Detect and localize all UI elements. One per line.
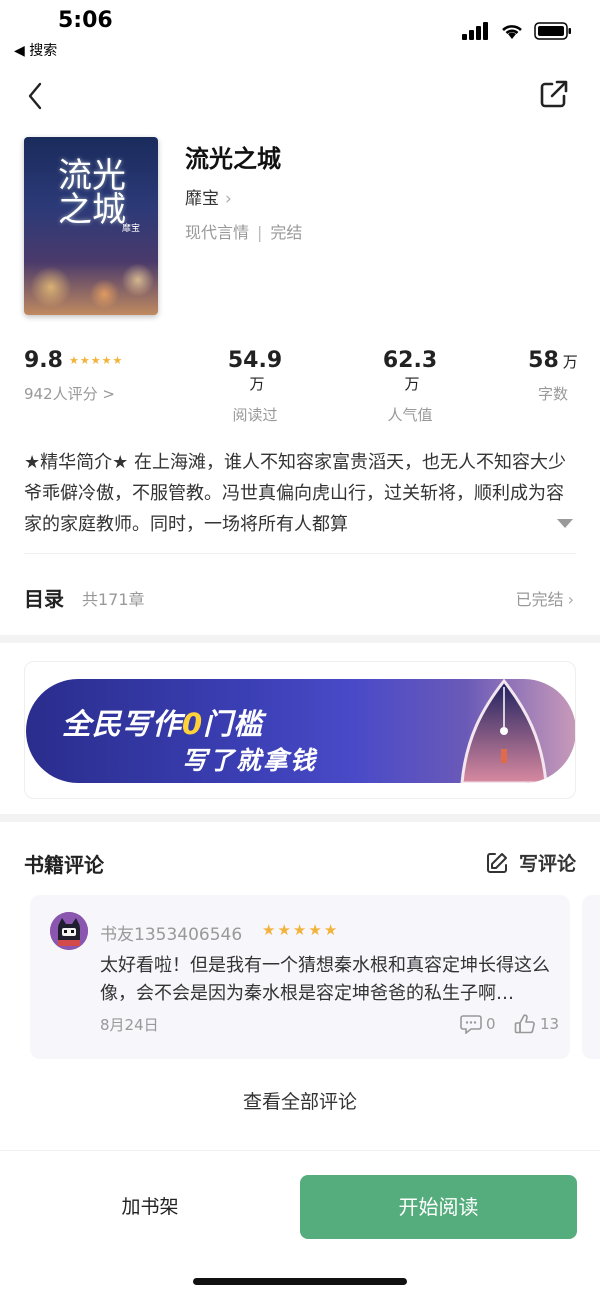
view-all-reviews-link[interactable]: 查看全部评论 [0,1087,600,1114]
book-title: 流光之城 [185,145,281,173]
book-genre: 现代言情 [185,223,250,242]
banner-headline-zero: 0 [182,707,204,741]
reads-unit: 万 [249,375,265,393]
star-icon: ★ [112,354,123,367]
rating-stars: ★ ★ ★ ★ ★ [69,354,122,367]
star-icon: ★ [292,921,307,939]
avatar-image [50,912,88,950]
reply-button[interactable]: 0 [460,1014,496,1034]
status-icons [462,22,572,40]
meta-separator: | [257,223,263,242]
avatar[interactable] [50,912,88,950]
rating-count-label: 942人评分 > [24,385,115,403]
pen-nib-icon [460,679,548,783]
reply-count: 0 [486,1015,496,1033]
popularity-unit: 万 [404,375,420,393]
start-reading-button[interactable]: 开始阅读 [300,1175,577,1239]
toc-status-link[interactable]: 已完结 › [516,586,574,610]
stat-reads: 54.9 万 阅读过 [220,348,290,425]
reviews-title: 书籍评论 [24,853,104,877]
home-indicator [193,1278,407,1285]
promo-banner[interactable]: 全民写作0门槛 写了就拿钱 [26,679,575,783]
next-review-card-peek[interactable] [582,895,600,1059]
popularity-label: 人气值 [387,406,433,424]
promo-banner-card[interactable]: 全民写作0门槛 写了就拿钱 [24,661,576,799]
book-status: 完结 [270,223,303,242]
toc-status-label: 已完结 [515,590,564,609]
star-icon: ★ [262,921,276,939]
star-icon: ★ [90,354,101,367]
edit-icon [486,852,507,873]
author-name: 靡宝 [185,189,219,209]
review-card[interactable]: 书友1353406546 ★ ★ ★ ★ ★ 太好看啦！但是我有一个猜想秦水根和真容定坤… [30,895,570,1059]
star-icon: ★ [277,921,291,939]
reads-label: 阅读过 [232,406,278,424]
status-time: 5:06 [58,8,113,33]
write-review-label: 写评论 [518,853,576,875]
write-review-button[interactable]: 写评论 [485,849,576,876]
words-value: 58 [528,348,559,373]
star-icon: ★ [79,354,90,367]
stat-rating[interactable]: 9.8 ★ ★ ★ ★ ★ 942人评分 > [24,348,122,404]
like-count: 13 [540,1015,560,1033]
words-unit: 万 [562,353,578,371]
book-meta: 现代言情 | 完结 [185,219,302,243]
star-icon: ★ [101,354,112,367]
popularity-value: 62.3 [382,348,438,373]
rating-value: 9.8 [24,348,63,373]
star-icon: ★ [68,354,79,367]
cover-title-art: 流光之城 [58,156,126,230]
star-icon: ★ [323,921,338,939]
expand-arrow-icon[interactable] [556,517,574,529]
like-button[interactable]: 13 [514,1014,559,1034]
banner-headline: 全民写作0门槛 [62,701,263,743]
back-arrow-icon[interactable] [22,80,50,112]
review-text: 太好看啦！但是我有一个猜想秦水根和真容定坤长得这么像，会不会是因为秦水根是容定坤… [100,955,550,1004]
add-to-shelf-button[interactable]: 加书架 [60,1184,240,1230]
stat-popularity: 62.3 万 人气值 [374,348,446,425]
back-to-search-link[interactable]: ◀ 搜索 [14,40,57,60]
share-icon[interactable] [538,78,570,110]
toc-count: 共171章 [82,590,145,609]
banner-headline-b: 门槛 [203,707,264,741]
thumbs-up-icon [514,1014,535,1034]
section-gap [0,635,600,643]
wifi-icon [502,25,522,39]
review-date: 8月24日 [100,1016,159,1034]
battery-icon [534,22,571,40]
reviewer-name[interactable]: 书友1353406546 [100,920,242,945]
words-label: 字数 [537,385,568,403]
section-gap [0,814,600,822]
banner-subline: 写了就拿钱 [182,746,318,775]
stat-words: 58 万 字数 [528,348,578,404]
banner-headline-a: 全民写作 [62,707,183,741]
reads-value: 54.9 [227,348,283,373]
status-bar: 5:06 ◀ 搜索 [0,0,600,64]
star-icon: ★ [308,921,322,939]
book-author-link[interactable]: 靡宝 › [185,184,232,209]
review-stars: ★ ★ ★ ★ ★ [262,921,337,939]
divider [24,553,576,554]
chevron-right-icon: › [567,590,574,609]
cover-author-art: 靡宝 [122,224,141,234]
toc-title[interactable]: 目录 [24,583,64,612]
signal-icon [462,22,488,40]
book-cover[interactable]: 流光之城 靡宝 [24,137,158,315]
cover-city-lights [24,245,158,315]
chevron-right-icon: › [225,189,232,209]
intro-fade [460,509,560,539]
comment-icon [460,1015,482,1034]
